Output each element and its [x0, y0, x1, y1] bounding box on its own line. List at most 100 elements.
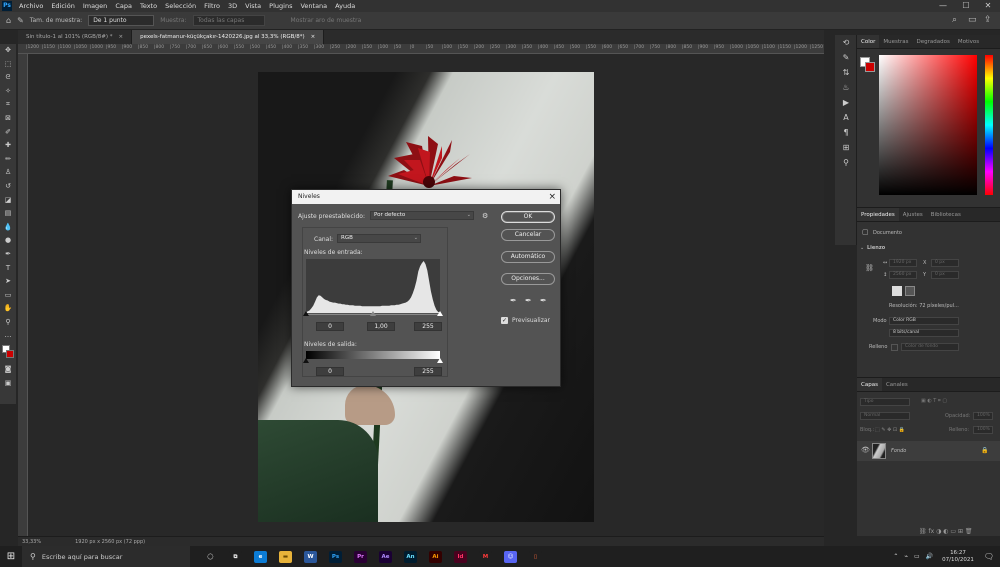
input-black-field[interactable]: 0	[316, 322, 344, 331]
layer-row[interactable]: 👁 Fondo 🔒	[857, 441, 1000, 461]
color-swatches[interactable]	[0, 343, 16, 363]
windows-start-icon[interactable]: ⊞	[0, 546, 22, 567]
input-gamma-field[interactable]: 1,00	[367, 322, 395, 331]
menu-item[interactable]: Ayuda	[331, 2, 359, 10]
fill-opacity-field[interactable]: 100%	[973, 426, 993, 434]
black-eyedropper-icon[interactable]: ✒	[510, 296, 517, 305]
bits-select[interactable]: 8 bits/canal	[889, 329, 959, 337]
taskbar-app-icon[interactable]: ⧉	[226, 548, 246, 566]
adjustments-icon[interactable]: ⇅	[835, 65, 857, 80]
clone-source-icon[interactable]: ♨	[835, 80, 857, 95]
more-tools-icon[interactable]: …	[0, 329, 16, 343]
close-tab-icon[interactable]: ×	[119, 34, 124, 40]
close-window-button[interactable]: ✕	[977, 0, 999, 12]
tab-channels[interactable]: Canales	[882, 378, 912, 391]
opacity-field[interactable]: 100%	[973, 412, 993, 420]
taskbar-app-icon[interactable]: An	[401, 548, 421, 566]
type-tool-icon[interactable]: T	[0, 262, 16, 276]
output-white-handle[interactable]	[437, 358, 443, 363]
healing-brush-icon[interactable]: ✚	[0, 139, 16, 153]
height-field[interactable]: 2560 px	[889, 271, 917, 279]
taskbar-app-icon[interactable]: Pr	[351, 548, 371, 566]
zoom-level[interactable]: 33,33%	[22, 539, 41, 545]
layer-filter-icons[interactable]: ▣ ◐ T ⌗ ▢	[921, 398, 947, 404]
shape-tool-icon[interactable]: ▭	[0, 289, 16, 303]
tab-color[interactable]: Color	[857, 35, 880, 48]
fill-swatch[interactable]	[891, 344, 898, 351]
path-select-tool-icon[interactable]: ➤	[0, 275, 16, 289]
menu-item[interactable]: Archivo	[15, 2, 47, 10]
home-icon[interactable]: ⌂	[6, 16, 11, 25]
layer-actions-icons[interactable]: ⛓ fx ◑ ◐ ▭ ⊞ 🗑	[919, 528, 973, 535]
tab-libraries[interactable]: Bibliotecas	[927, 208, 965, 221]
white-point-handle[interactable]	[437, 311, 443, 316]
output-black-handle[interactable]	[303, 358, 309, 363]
tab-photo[interactable]: pexels-fatmanur-küçükçakır-1420226.jpg a…	[132, 30, 325, 44]
portrait-orientation-icon[interactable]	[892, 286, 902, 296]
output-white-field[interactable]: 255	[414, 367, 442, 376]
tab-adjustments[interactable]: Ajustes	[899, 208, 927, 221]
menu-item[interactable]: Filtro	[200, 2, 224, 10]
white-eyedropper-icon[interactable]: ✒	[540, 296, 547, 305]
menu-item[interactable]: Plugins	[265, 2, 296, 10]
search-icon[interactable]: ⌕	[952, 15, 957, 25]
show-ring-checkbox[interactable]: Mostrar aro de muestra	[291, 17, 362, 24]
sample-size-select[interactable]: De 1 punto	[88, 15, 155, 26]
y-field[interactable]: 0 px	[931, 271, 959, 279]
taskbar-app-icon[interactable]: Ps	[326, 548, 346, 566]
taskbar-app-icon[interactable]: ◯	[201, 548, 221, 566]
dodge-tool-icon[interactable]: ●	[0, 234, 16, 248]
input-white-field[interactable]: 255	[414, 322, 442, 331]
screen-mode-icon[interactable]: ▣	[0, 377, 16, 391]
tab-untitled[interactable]: Sin título-1 al 101% (RGB/8#) * ×	[18, 30, 133, 44]
workspace-icon[interactable]: ▭	[968, 15, 977, 25]
character-icon[interactable]: A	[835, 110, 857, 125]
cancel-button[interactable]: Cancelar	[501, 229, 555, 241]
gamma-handle[interactable]	[370, 311, 376, 316]
clock[interactable]: 16:27 07/10/2021	[942, 550, 974, 564]
preview-checkbox[interactable]: ✓	[501, 317, 508, 324]
pen-tool-icon[interactable]: ✒	[0, 248, 16, 262]
history-icon[interactable]: ⟲	[835, 35, 857, 50]
tray-chevron-icon[interactable]: ⌃	[893, 553, 898, 560]
layer-name[interactable]: Fondo	[891, 448, 906, 454]
landscape-orientation-icon[interactable]	[905, 286, 915, 296]
glyphs-icon[interactable]: ⊞	[835, 140, 857, 155]
taskbar-app-icon[interactable]: Ae	[376, 548, 396, 566]
channel-select[interactable]: RGB ⌄	[337, 234, 421, 243]
output-black-field[interactable]: 0	[316, 367, 344, 376]
notifications-icon[interactable]: 🗨	[984, 552, 994, 561]
eyedropper-tool-icon[interactable]: ✎	[17, 16, 24, 25]
menu-item[interactable]: Edición	[47, 2, 79, 10]
share-icon[interactable]: ⇪	[984, 15, 992, 25]
tab-layers[interactable]: Capas	[857, 378, 882, 391]
quick-select-tool-icon[interactable]: ✧	[0, 85, 16, 99]
color-picker-field[interactable]	[879, 55, 977, 195]
taskbar-app-icon[interactable]: M	[476, 548, 496, 566]
history-brush-icon[interactable]: ↺	[0, 180, 16, 194]
menu-item[interactable]: Selección	[161, 2, 200, 10]
canvas-chevron-icon[interactable]: ⌄	[860, 245, 864, 251]
marquee-tool-icon[interactable]: ⬚	[0, 58, 16, 72]
dialog-close-icon[interactable]: ×	[548, 190, 556, 204]
taskbar-app-icon[interactable]: W	[301, 548, 321, 566]
preset-gear-icon[interactable]: ⚙	[482, 212, 488, 220]
quick-mask-icon[interactable]: ◙	[0, 363, 16, 377]
preset-select[interactable]: Por defecto ⌄	[370, 211, 474, 220]
taskbar-app-icon[interactable]: ▯	[526, 548, 546, 566]
width-field[interactable]: 1920 px	[889, 259, 917, 267]
brush-settings-icon[interactable]: ✎	[835, 50, 857, 65]
taskbar-app-icon[interactable]: ☺	[501, 548, 521, 566]
x-field[interactable]: 0 px	[931, 259, 959, 267]
link-icon[interactable]: ⛓	[865, 264, 874, 272]
menu-item[interactable]: Imagen	[79, 2, 111, 10]
close-tab-icon[interactable]: ×	[311, 34, 316, 40]
blur-tool-icon[interactable]: 💧	[0, 221, 16, 235]
tab-gradients[interactable]: Degradados	[913, 35, 954, 48]
brush-tool-icon[interactable]: ✏	[0, 153, 16, 167]
taskbar-app-icon[interactable]: e	[251, 548, 271, 566]
eraser-tool-icon[interactable]: ◪	[0, 194, 16, 208]
maximize-button[interactable]: ☐	[955, 0, 977, 12]
crop-tool-icon[interactable]: ⌗	[0, 98, 16, 112]
gradient-tool-icon[interactable]: ▤	[0, 207, 16, 221]
